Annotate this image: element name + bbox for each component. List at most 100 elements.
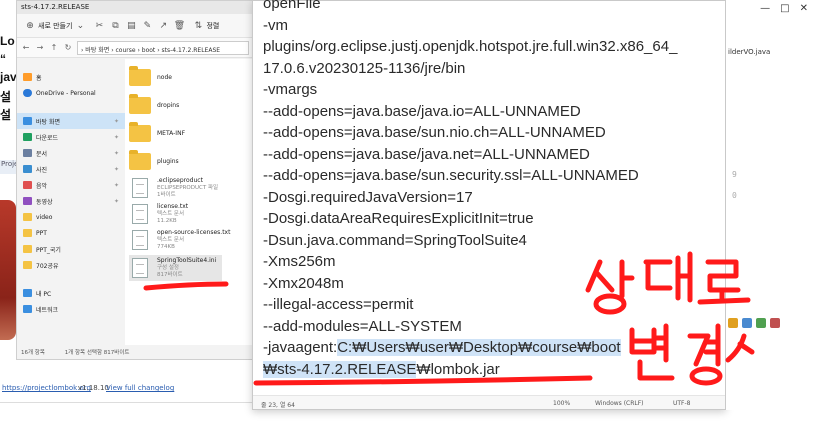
text-line: openFile xyxy=(263,0,321,12)
editor-tab[interactable]: ilderVO.java xyxy=(728,48,770,56)
nav-item-702-shared[interactable]: 702공유 xyxy=(17,257,125,273)
text-line: --add-opens=java.base/sun.nio.ch=ALL-UNN… xyxy=(263,124,606,141)
pin-icon: ✦ xyxy=(113,117,119,125)
nav-item-onedrive[interactable]: OneDrive - Personal xyxy=(17,85,125,101)
text-line: -vm xyxy=(263,16,288,34)
notepad-status-bar: 줄 23, 열 64 100% Windows (CRLF) UTF-8 xyxy=(253,395,725,409)
line-number: 0 xyxy=(732,191,737,200)
window-controls: — □ ✕ xyxy=(726,0,814,16)
folder-icon xyxy=(129,94,151,114)
text-line: --add-opens=java.base/java.io=ALL-UNNAME… xyxy=(263,102,581,120)
nav-item-this-pc[interactable]: 내 PC xyxy=(17,285,125,301)
nav-item-ppt[interactable]: PPT xyxy=(17,225,125,241)
nav-item-label: 문서 xyxy=(36,150,48,158)
list-item[interactable]: plugins xyxy=(129,150,179,170)
text-line: --add-modules=ALL-SYSTEM xyxy=(263,317,462,335)
text-line: --add-opens=java.base/java.net=ALL-UNNAM… xyxy=(263,145,590,163)
encoding: UTF-8 xyxy=(673,400,691,407)
delete-icon[interactable]: 🗑 xyxy=(173,20,185,32)
background-image xyxy=(0,200,16,340)
folder-icon xyxy=(129,150,151,170)
file-name: license.txt xyxy=(157,203,189,210)
forward-arrow-icon[interactable]: → xyxy=(35,43,45,52)
background-text: Lo xyxy=(0,34,15,48)
music-icon xyxy=(23,181,32,189)
list-item[interactable]: open-source-licenses.txt 텍스트 문서 774KB xyxy=(129,229,230,251)
pin-icon: ✦ xyxy=(113,197,119,205)
notepad-window[interactable]: openFile -vm plugins/org.eclipse.justj.o… xyxy=(252,0,726,410)
text-line: plugins/org.eclipse.justj.openjdk.hotspo… xyxy=(263,38,678,55)
file-list: node dropins META-INF plugins .eclipsepr… xyxy=(125,59,253,345)
file-size: 11.2KB xyxy=(157,218,177,224)
explorer-tab-title[interactable]: sts-4.17.2.RELEASE xyxy=(17,1,253,14)
run-icon[interactable] xyxy=(742,318,752,328)
paste-icon[interactable]: ▤ xyxy=(125,20,137,32)
text-line: -javaagent:C:₩Users₩user₩Desktop₩course₩… xyxy=(263,337,715,359)
ide-window: — □ ✕ ilderVO.java 9 0 xyxy=(726,0,814,410)
list-item[interactable]: node xyxy=(129,66,172,86)
folder-icon xyxy=(23,245,32,253)
pin-icon: ✦ xyxy=(113,181,119,189)
chevron-down-icon: ⌄ xyxy=(76,20,85,31)
play-icon[interactable] xyxy=(756,318,766,328)
item-count: 16개 항목 xyxy=(21,350,45,356)
background-left-panel: Lo “ jav 설 설 Proje xyxy=(0,0,18,428)
file-explorer-window: sts-4.17.2.RELEASE ⊕ 새로 만들기 ⌄ ✂ ⧉ ▤ ✎ ↗ … xyxy=(16,0,254,360)
copy-icon[interactable]: ⧉ xyxy=(109,20,121,32)
editor-text-area[interactable]: openFile -vm plugins/org.eclipse.justj.o… xyxy=(263,0,715,380)
video-icon xyxy=(23,197,32,205)
changelog-link[interactable]: View full changelog xyxy=(106,384,174,392)
nav-item-video-folder[interactable]: video xyxy=(17,209,125,225)
up-arrow-icon[interactable]: ↑ xyxy=(49,43,59,52)
list-item[interactable]: .eclipseproduct ECLIPSEPRODUCT 파일 1바이트 xyxy=(129,177,218,199)
debug-icon[interactable] xyxy=(728,318,738,328)
explorer-status-bar: 16개 항목 1개 항목 선택함 817바이트 xyxy=(17,345,253,359)
list-item[interactable]: dropins xyxy=(129,94,179,114)
maximize-icon[interactable]: □ xyxy=(780,3,789,14)
line-number xyxy=(732,105,737,127)
cut-icon[interactable]: ✂ xyxy=(93,20,105,32)
nav-item-label: 음악 xyxy=(36,182,48,190)
list-item-selected[interactable]: SpringToolSuite4.ini 구성 설정 817바이트 xyxy=(129,255,223,281)
file-icon xyxy=(132,204,148,224)
text-line: 17.0.6.v20230125-1136/jre/bin xyxy=(263,59,466,77)
nav-item-desktop[interactable]: 바탕 화면 ✦ xyxy=(17,113,125,129)
stop-icon[interactable] xyxy=(770,318,780,328)
nav-item-label: PPT xyxy=(36,229,47,237)
refresh-icon[interactable]: ↻ xyxy=(63,43,73,52)
background-text: jav xyxy=(0,70,17,84)
nav-item-documents[interactable]: 문서 ✦ xyxy=(17,145,125,161)
nav-item-label: OneDrive - Personal xyxy=(36,89,96,97)
nav-item-pictures[interactable]: 사진 ✦ xyxy=(17,161,125,177)
file-size: 817바이트 xyxy=(157,272,183,278)
address-bar[interactable]: › 바탕 화면 › course › boot › sts-4.17.2.REL… xyxy=(77,40,249,55)
nav-item-ppt-korea[interactable]: PPT_국기 xyxy=(17,241,125,257)
pc-icon xyxy=(23,289,32,297)
list-item[interactable]: META-INF xyxy=(129,122,185,142)
list-item[interactable]: license.txt 텍스트 문서 11.2KB xyxy=(129,203,188,225)
settings-file-icon xyxy=(132,258,148,278)
nav-item-music[interactable]: 음악 ✦ xyxy=(17,177,125,193)
sort-icon: ⇅ xyxy=(194,20,203,31)
pin-icon: ✦ xyxy=(113,149,119,157)
nav-item-label: PPT_국기 xyxy=(36,246,61,254)
nav-item-downloads[interactable]: 다운로드 ✦ xyxy=(17,129,125,145)
close-icon[interactable]: ✕ xyxy=(800,3,808,14)
folder-icon xyxy=(23,229,32,237)
sort-button-label: 정렬 xyxy=(206,21,220,30)
rename-icon[interactable]: ✎ xyxy=(141,20,153,32)
cursor-position: 줄 23, 열 64 xyxy=(261,402,295,409)
sort-button[interactable]: ⇅ 정렬 xyxy=(189,18,222,34)
nav-item-network[interactable]: 네트워크 xyxy=(17,301,125,317)
minimize-icon[interactable]: — xyxy=(760,3,770,14)
background-text: 설 xyxy=(0,90,12,104)
nav-item-home[interactable]: 홈 xyxy=(17,69,125,85)
back-arrow-icon[interactable]: ← xyxy=(21,43,31,52)
new-button[interactable]: ⊕ 새로 만들기 ⌄ xyxy=(21,18,89,34)
project-tab[interactable]: Proje xyxy=(0,160,18,174)
nav-item-label: video xyxy=(36,213,53,221)
nav-item-videos[interactable]: 동영상 ✦ xyxy=(17,193,125,209)
share-icon[interactable]: ↗ xyxy=(157,20,169,32)
document-icon xyxy=(23,149,32,157)
pin-icon: ✦ xyxy=(113,133,119,141)
